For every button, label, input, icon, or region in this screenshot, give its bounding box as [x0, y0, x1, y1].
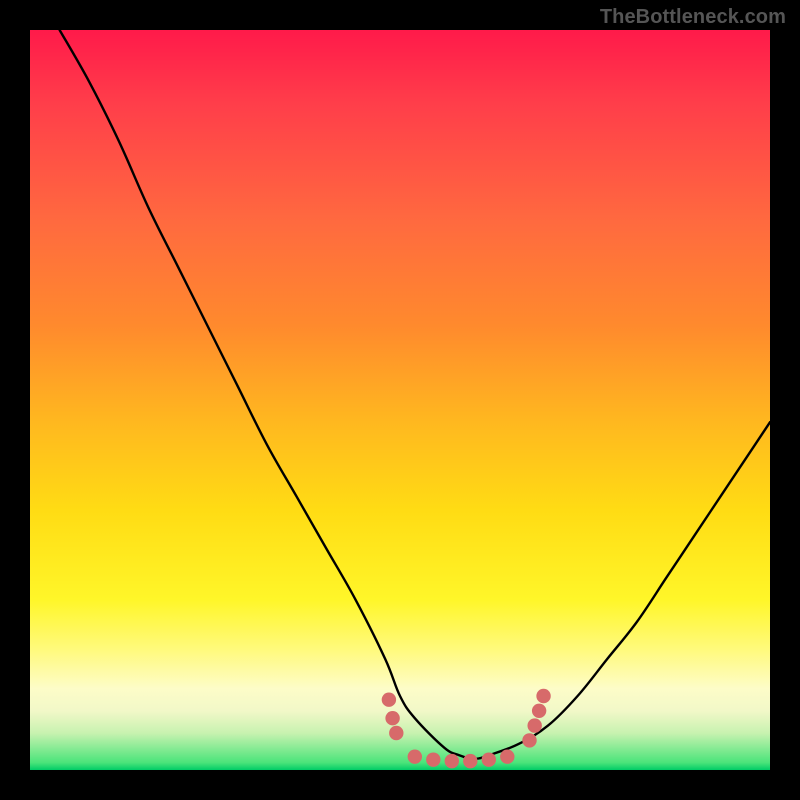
watermark-text: TheBottleneck.com: [600, 6, 786, 29]
curve-marker: [500, 749, 514, 763]
curve-marker: [408, 749, 422, 763]
curve-marker: [445, 754, 459, 768]
curve-marker: [532, 704, 546, 718]
plot-area: [30, 30, 770, 770]
curve-marker: [536, 689, 550, 703]
curve-marker: [426, 752, 440, 766]
curve-marker: [389, 726, 403, 740]
curve-markers: [382, 689, 551, 769]
chart-frame: TheBottleneck.com: [0, 0, 800, 800]
curve-marker: [382, 693, 396, 707]
curve-marker: [522, 733, 536, 747]
curve-marker: [527, 718, 541, 732]
bottleneck-curve: [60, 30, 770, 759]
curve-marker: [463, 754, 477, 768]
curve-marker: [385, 711, 399, 725]
curve-marker: [482, 752, 496, 766]
chart-svg: [30, 30, 770, 770]
